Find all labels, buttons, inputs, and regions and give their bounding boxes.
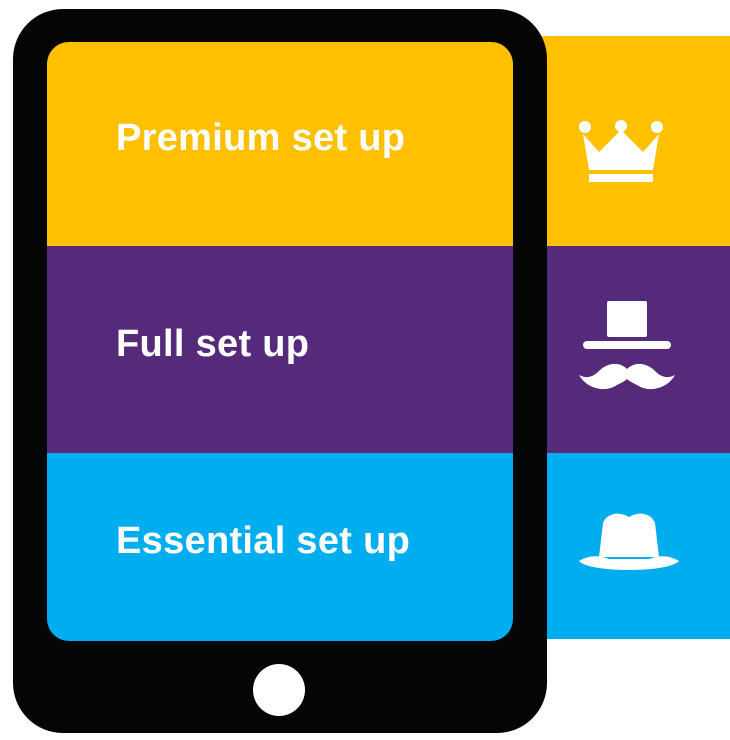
- premium-setup-option[interactable]: Premium set up: [47, 42, 513, 246]
- tablet-screen: Premium set up Full set up Essential set…: [47, 42, 513, 641]
- essential-setup-option[interactable]: Essential set up: [47, 453, 513, 641]
- hat-icon: [579, 511, 679, 580]
- top-hat-mustache-icon: [579, 301, 675, 406]
- home-button[interactable]: [253, 664, 305, 716]
- essential-setup-label: Essential set up: [116, 519, 411, 562]
- tablet-device: Premium set up Full set up Essential set…: [13, 9, 547, 733]
- full-setup-option[interactable]: Full set up: [47, 246, 513, 453]
- full-setup-label: Full set up: [116, 323, 310, 365]
- crown-icon: [579, 120, 663, 189]
- premium-setup-label: Premium set up: [116, 116, 406, 159]
